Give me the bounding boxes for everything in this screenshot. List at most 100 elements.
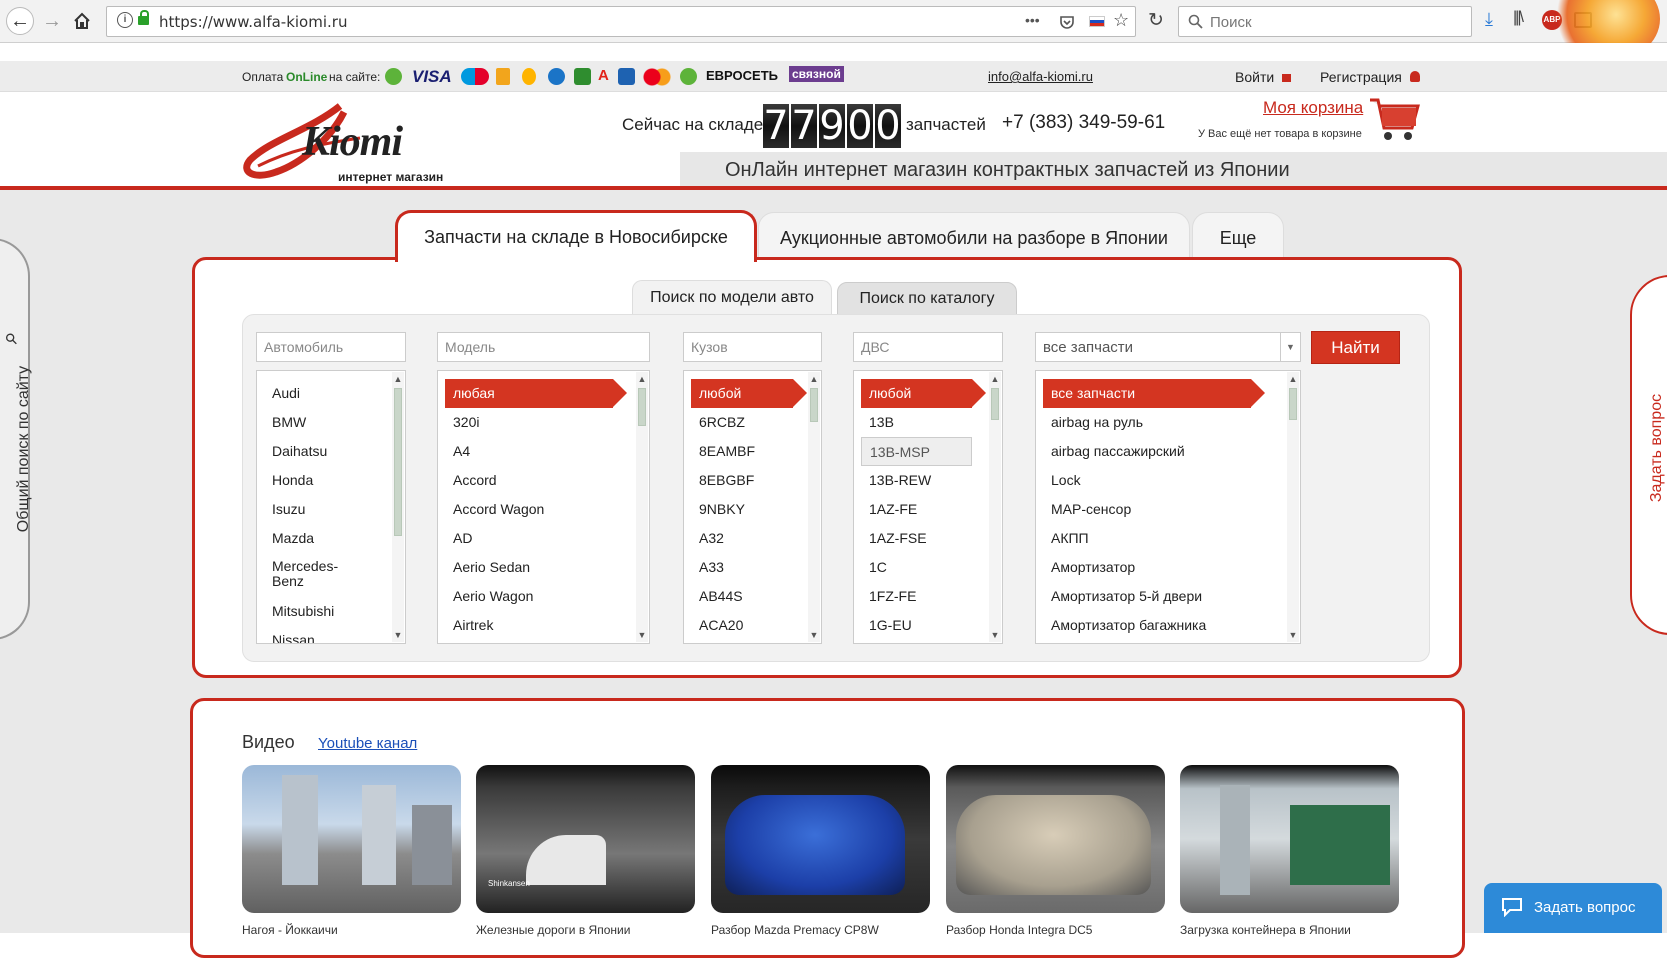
video-caption[interactable]: Железные дороги в Японии — [476, 923, 630, 937]
list-item[interactable]: 1G-EU — [854, 611, 1002, 640]
scroll-thumb[interactable] — [394, 388, 402, 536]
list-item[interactable]: Accord — [438, 466, 649, 495]
list-item[interactable]: 9NBKY — [684, 495, 821, 524]
shopping-cart-icon[interactable] — [1368, 96, 1420, 144]
list-item[interactable]: 1FZ-FE — [854, 582, 1002, 611]
video-thumbnail[interactable] — [711, 765, 930, 913]
list-item[interactable]: A4 — [438, 437, 649, 466]
scroll-down-icon[interactable]: ▼ — [636, 630, 648, 640]
list-item[interactable]: Lock — [1036, 466, 1300, 495]
list-item-selected[interactable]: любая — [445, 379, 627, 408]
list-item[interactable]: A32 — [684, 524, 821, 553]
list-item-selected[interactable]: любой — [691, 379, 807, 408]
scroll-thumb[interactable] — [810, 388, 818, 422]
download-icon[interactable]: ⤓ — [1485, 9, 1493, 30]
youtube-channel-link[interactable]: Youtube канал — [318, 735, 417, 752]
list-item[interactable]: airbag пассажирский — [1036, 437, 1300, 466]
list-item[interactable]: 8EAMBF — [684, 437, 821, 466]
list-item[interactable]: 8EBGBF — [684, 466, 821, 495]
list-item[interactable]: AB44S — [684, 582, 821, 611]
pocket-icon[interactable] — [1059, 14, 1075, 30]
video-thumbnail[interactable] — [1180, 765, 1399, 913]
chat-widget-button[interactable]: Задать вопрос — [1484, 883, 1662, 933]
list-item[interactable]: Mazda — [257, 524, 405, 553]
list-item[interactable]: АКПП — [1036, 524, 1300, 553]
video-caption[interactable]: Загрузка контейнера в Японии — [1180, 923, 1351, 937]
list-item[interactable]: Audi — [257, 379, 405, 408]
list-item[interactable]: 13B — [854, 408, 1002, 437]
video-caption[interactable]: Нагоя - Йоккаичи — [242, 923, 338, 937]
scrollbar[interactable]: ▲ ▼ — [989, 372, 1001, 642]
model-filter-input[interactable]: Модель — [437, 332, 650, 362]
car-filter-input[interactable]: Автомобиль — [256, 332, 406, 362]
scrollbar[interactable]: ▲ ▼ — [636, 372, 648, 642]
site-search-side-tab[interactable]: ⚲ Общий поиск по сайту — [0, 238, 32, 640]
reload-icon[interactable]: ↻ — [1148, 9, 1164, 32]
list-item[interactable]: 13B-REW — [854, 466, 1002, 495]
scroll-down-icon[interactable]: ▼ — [989, 630, 1001, 640]
scrollbar[interactable]: ▲ ▼ — [392, 372, 404, 642]
list-item[interactable]: 1AZ-FE — [854, 495, 1002, 524]
info-icon[interactable]: i — [117, 12, 133, 28]
car-list[interactable]: Audi BMW Daihatsu Honda Isuzu Mazda Merc… — [256, 370, 406, 644]
scroll-down-icon[interactable]: ▼ — [808, 630, 820, 640]
list-item[interactable]: 1C — [854, 553, 1002, 582]
login-link[interactable]: Войти — [1235, 69, 1274, 85]
page-actions-icon[interactable]: ••• — [1025, 12, 1040, 28]
list-item[interactable]: 1AZ-FSE — [854, 524, 1002, 553]
list-item[interactable]: Mercedes-Benz — [257, 553, 357, 597]
video-caption[interactable]: Разбор Honda Integra DC5 — [946, 923, 1092, 937]
list-item[interactable]: Aerio Wagon — [438, 582, 649, 611]
list-item[interactable]: Honda — [257, 466, 405, 495]
scroll-up-icon[interactable]: ▲ — [808, 374, 820, 384]
list-item[interactable]: Амортизатор багажника — [1036, 611, 1300, 640]
model-list[interactable]: любая 320i A4 Accord Accord Wagon AD Aer… — [437, 370, 650, 644]
tab-novosibirsk-stock[interactable]: Запчасти на складе в Новосибирске — [395, 210, 757, 262]
scroll-thumb[interactable] — [638, 388, 646, 426]
list-item[interactable]: Nissan — [257, 626, 405, 643]
register-link[interactable]: Регистрация — [1320, 69, 1402, 85]
scroll-down-icon[interactable]: ▼ — [1287, 630, 1299, 640]
scroll-down-icon[interactable]: ▼ — [392, 630, 404, 640]
library-icon[interactable]: |||\ — [1513, 9, 1524, 27]
scroll-thumb[interactable] — [1289, 388, 1297, 420]
back-button[interactable]: ← — [6, 7, 34, 35]
scroll-up-icon[interactable]: ▲ — [636, 374, 648, 384]
body-filter-input[interactable]: Кузов — [683, 332, 822, 362]
list-item[interactable]: Daihatsu — [257, 437, 405, 466]
list-item[interactable]: Isuzu — [257, 495, 405, 524]
list-item[interactable]: airbag на руль — [1036, 408, 1300, 437]
engine-list[interactable]: любой 13B 13B-MSP 13B-REW 1AZ-FE 1AZ-FSE… — [853, 370, 1003, 644]
list-item[interactable]: 320i — [438, 408, 649, 437]
parts-select[interactable]: все запчасти ▼ — [1035, 332, 1301, 362]
scrollbar[interactable]: ▲ ▼ — [808, 372, 820, 642]
email-link[interactable]: info@alfa-kiomi.ru — [988, 69, 1093, 84]
star-icon[interactable]: ☆ — [1113, 10, 1129, 31]
parts-list[interactable]: все запчасти airbag на руль airbag пасса… — [1035, 370, 1301, 644]
engine-filter-input[interactable]: ДВС — [853, 332, 1003, 362]
list-item[interactable]: Airtrek — [438, 611, 649, 640]
list-item[interactable]: Accord Wagon — [438, 495, 649, 524]
list-item[interactable]: AD — [438, 524, 649, 553]
list-item-selected[interactable]: все запчасти — [1043, 379, 1265, 408]
list-item-selected[interactable]: любой — [861, 379, 986, 408]
tab-search-by-model[interactable]: Поиск по модели авто — [632, 280, 832, 314]
forward-button[interactable]: → — [38, 7, 66, 35]
list-item[interactable]: 6RCBZ — [684, 408, 821, 437]
list-item[interactable]: Mitsubishi — [257, 597, 405, 626]
list-item[interactable]: Амортизатор 5-й двери — [1036, 582, 1300, 611]
scroll-up-icon[interactable]: ▲ — [1287, 374, 1299, 384]
list-item[interactable]: BMW — [257, 408, 405, 437]
tab-search-by-catalog[interactable]: Поиск по каталогу — [837, 282, 1017, 316]
list-item[interactable]: ACA20 — [684, 611, 821, 640]
list-item[interactable]: A33 — [684, 553, 821, 582]
scroll-up-icon[interactable]: ▲ — [392, 374, 404, 384]
url-bar[interactable]: i https://www.alfa-kiomi.ru ••• ☆ — [106, 6, 1136, 37]
url-text[interactable]: https://www.alfa-kiomi.ru — [159, 13, 347, 31]
find-button[interactable]: Найти — [1311, 331, 1400, 364]
scroll-thumb[interactable] — [991, 388, 999, 420]
scrollbar[interactable]: ▲ ▼ — [1287, 372, 1299, 642]
list-item[interactable]: MAP-сенсор — [1036, 495, 1300, 524]
scroll-up-icon[interactable]: ▲ — [989, 374, 1001, 384]
site-logo[interactable]: Kiomi интернет магазин — [240, 100, 455, 184]
